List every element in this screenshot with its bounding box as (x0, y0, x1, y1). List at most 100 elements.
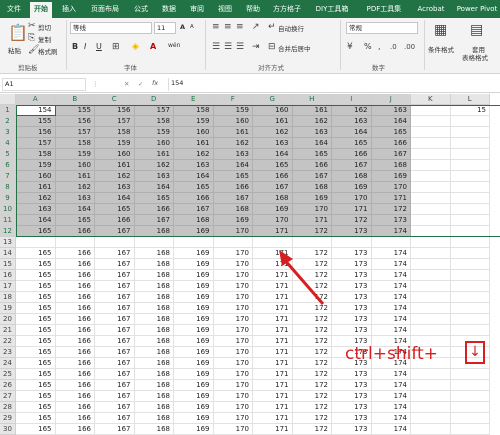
cell-E12[interactable]: 169 (174, 226, 214, 237)
cell-A3[interactable]: 156 (16, 127, 56, 138)
cell-A30[interactable]: 165 (16, 424, 56, 435)
cell-L29[interactable] (450, 413, 490, 424)
align-center-icon[interactable]: ☰ (224, 42, 232, 52)
cell-J9[interactable]: 171 (371, 193, 411, 204)
tab-13[interactable]: Power Pivot (454, 0, 500, 18)
cell-J25[interactable]: 174 (371, 369, 411, 380)
cell-G9[interactable]: 168 (253, 193, 293, 204)
cell-L9[interactable] (450, 193, 490, 204)
cell-I4[interactable]: 165 (332, 138, 372, 149)
cell-C18[interactable]: 167 (95, 292, 135, 303)
cell-E14[interactable]: 169 (174, 248, 214, 259)
tab-1[interactable]: 开始 (30, 2, 52, 18)
cell-D7[interactable]: 163 (134, 171, 174, 182)
shrink-font-button[interactable]: A (190, 24, 194, 30)
spreadsheet-grid[interactable]: A B C D E F G H I J K L 1 154 155 156 157 158 159 160 161 162… (0, 94, 500, 435)
cell-C16[interactable]: 167 (95, 270, 135, 281)
cell-I3[interactable]: 164 (332, 127, 372, 138)
cell-L30[interactable] (450, 424, 490, 435)
cell-H14[interactable]: 172 (292, 248, 332, 259)
cell-A26[interactable]: 165 (16, 380, 56, 391)
cell-K28[interactable] (411, 402, 451, 413)
cell-K14[interactable] (411, 248, 451, 259)
cell-F4[interactable]: 162 (213, 138, 253, 149)
cell-G25[interactable]: 171 (253, 369, 293, 380)
cell-B10[interactable]: 164 (55, 204, 95, 215)
cell-D22[interactable]: 168 (134, 336, 174, 347)
cell-G20[interactable]: 171 (253, 314, 293, 325)
cell-K6[interactable] (411, 160, 451, 171)
italic-button[interactable]: I (84, 42, 86, 51)
conditional-format-button[interactable]: 条件格式 (428, 44, 454, 54)
cell-H30[interactable]: 172 (292, 424, 332, 435)
cell-E9[interactable]: 166 (174, 193, 214, 204)
grow-font-button[interactable]: A (180, 23, 185, 31)
cell-F24[interactable]: 170 (213, 358, 253, 369)
row-header-1[interactable]: 1 (0, 105, 16, 116)
cell-F5[interactable]: 163 (213, 149, 253, 160)
cell-F20[interactable]: 170 (213, 314, 253, 325)
cell-K10[interactable] (411, 204, 451, 215)
cell-H7[interactable]: 167 (292, 171, 332, 182)
cell-K19[interactable] (411, 303, 451, 314)
cell-C13[interactable] (95, 237, 135, 248)
cell-A2[interactable]: 155 (16, 116, 56, 127)
cell-A25[interactable]: 165 (16, 369, 56, 380)
cell-K3[interactable] (411, 127, 451, 138)
cell-K8[interactable] (411, 182, 451, 193)
cell-G17[interactable]: 171 (253, 281, 293, 292)
cell-J14[interactable]: 174 (371, 248, 411, 259)
row-header-6[interactable]: 6 (0, 160, 16, 171)
tab-10[interactable]: DIY工具箱 (310, 0, 354, 18)
cell-K13[interactable] (411, 237, 451, 248)
cell-G14[interactable]: 171 (253, 248, 293, 259)
cell-D2[interactable]: 158 (134, 116, 174, 127)
confirm-button[interactable]: ✓ (138, 80, 143, 88)
cell-E23[interactable]: 169 (174, 347, 214, 358)
font-color-button[interactable]: A (150, 42, 156, 51)
table-format-icon[interactable]: ▤ (470, 22, 483, 38)
row-header-26[interactable]: 26 (0, 380, 16, 391)
cell-J12[interactable]: 174 (371, 226, 411, 237)
cell-I12[interactable]: 173 (332, 226, 372, 237)
cell-C4[interactable]: 159 (95, 138, 135, 149)
cell-J7[interactable]: 169 (371, 171, 411, 182)
cell-K5[interactable] (411, 149, 451, 160)
cell-E7[interactable]: 164 (174, 171, 214, 182)
cell-E3[interactable]: 160 (174, 127, 214, 138)
cell-E5[interactable]: 162 (174, 149, 214, 160)
cell-H4[interactable]: 164 (292, 138, 332, 149)
tab-3[interactable]: 页面布局 (86, 0, 124, 18)
cell-A7[interactable]: 160 (16, 171, 56, 182)
cell-E13[interactable] (174, 237, 214, 248)
cell-B3[interactable]: 157 (55, 127, 95, 138)
align-bottom-icon[interactable]: ≡ (236, 22, 244, 32)
row-header-3[interactable]: 3 (0, 127, 16, 138)
cell-K18[interactable] (411, 292, 451, 303)
cell-E21[interactable]: 169 (174, 325, 214, 336)
cell-B16[interactable]: 166 (55, 270, 95, 281)
cell-I7[interactable]: 168 (332, 171, 372, 182)
cell-I15[interactable]: 173 (332, 259, 372, 270)
cell-D5[interactable]: 161 (134, 149, 174, 160)
row-header-14[interactable]: 14 (0, 248, 16, 259)
cell-F30[interactable]: 170 (213, 424, 253, 435)
cell-F18[interactable]: 170 (213, 292, 253, 303)
row-header-13[interactable]: 13 (0, 237, 16, 248)
cell-I17[interactable]: 173 (332, 281, 372, 292)
comma-button[interactable]: , (378, 42, 381, 51)
cell-J28[interactable]: 174 (371, 402, 411, 413)
cell-J27[interactable]: 174 (371, 391, 411, 402)
cell-H23[interactable]: 172 (292, 347, 332, 358)
cell-E10[interactable]: 167 (174, 204, 214, 215)
cell-B2[interactable]: 156 (55, 116, 95, 127)
row-header-27[interactable]: 27 (0, 391, 16, 402)
cell-B24[interactable]: 166 (55, 358, 95, 369)
cell-G30[interactable]: 171 (253, 424, 293, 435)
cell-G7[interactable]: 166 (253, 171, 293, 182)
cell-E16[interactable]: 169 (174, 270, 214, 281)
align-top-icon[interactable]: ≡ (212, 22, 220, 32)
cell-C3[interactable]: 158 (95, 127, 135, 138)
cell-K17[interactable] (411, 281, 451, 292)
cell-B7[interactable]: 161 (55, 171, 95, 182)
